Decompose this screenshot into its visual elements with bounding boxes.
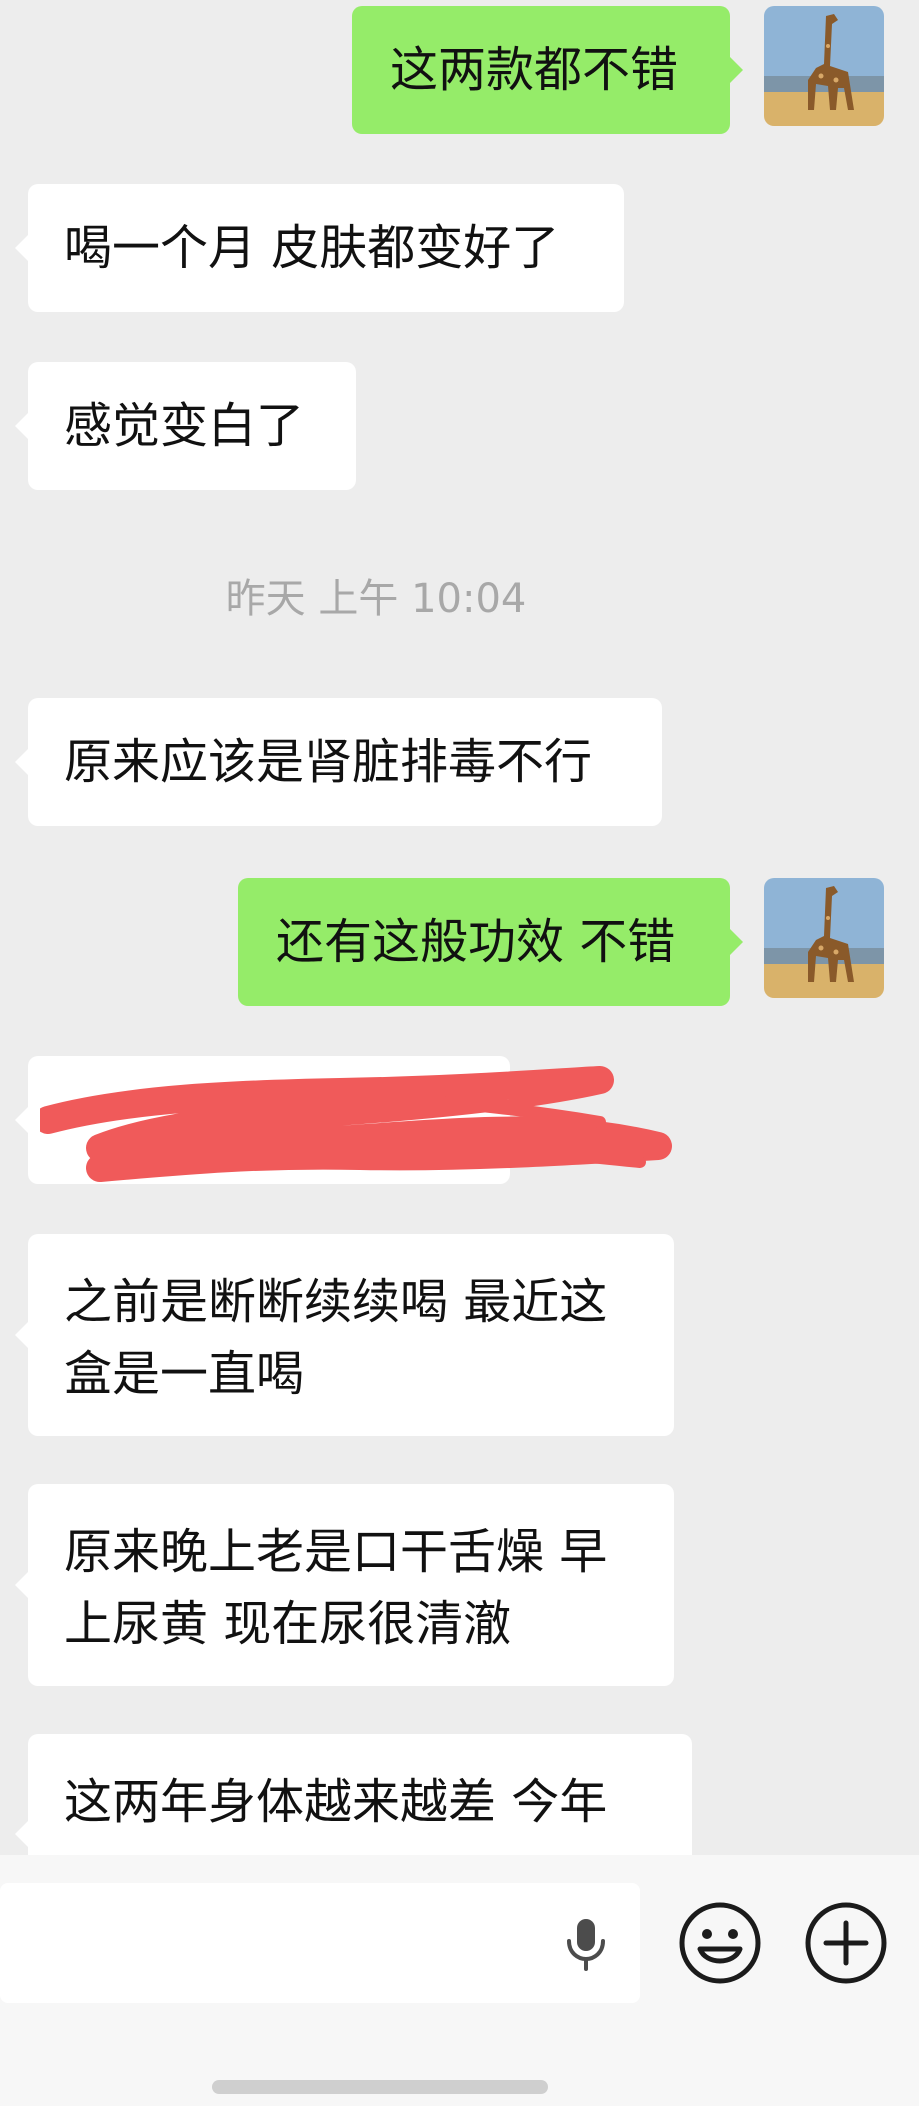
emoji-icon[interactable] xyxy=(678,1901,762,1985)
home-indicator[interactable] xyxy=(212,2080,548,2094)
mic-icon[interactable] xyxy=(556,1913,616,1973)
giraffe-avatar[interactable] xyxy=(764,878,884,998)
input-bar xyxy=(0,1855,919,2106)
giraffe-avatar[interactable] xyxy=(764,6,884,126)
incoming-message[interactable]: 原来晚上老是口干舌燥 早上尿黄 现在尿很清澈 xyxy=(15,1484,674,1686)
outgoing-message[interactable]: 还有这般功效 不错 xyxy=(238,878,743,1006)
incoming-message[interactable]: 感觉变白了 xyxy=(15,362,356,490)
incoming-message[interactable]: 原来应该是肾脏排毒不行 xyxy=(15,698,662,826)
outgoing-message[interactable]: 这两款都不错 xyxy=(352,6,743,134)
giraffe-icon xyxy=(764,6,884,126)
incoming-message[interactable]: 喝一个月 皮肤都变好了 xyxy=(15,184,624,312)
message-input[interactable] xyxy=(0,1883,640,2003)
incoming-message[interactable]: 之前是断断续续喝 最近这盒是一直喝 xyxy=(15,1234,674,1436)
giraffe-icon xyxy=(764,878,884,998)
message-text: 这两年身体越来越差 今年 xyxy=(64,1774,608,1830)
redaction-scribble xyxy=(40,1066,672,1182)
timestamp: 昨天 上午 10:04 xyxy=(225,576,527,622)
plus-icon[interactable] xyxy=(804,1901,888,1985)
chat-screen: 这两款都不错 喝一个月 皮肤都变好了 感觉变白了 昨天 上午 10:04 原来应… xyxy=(0,0,919,2106)
